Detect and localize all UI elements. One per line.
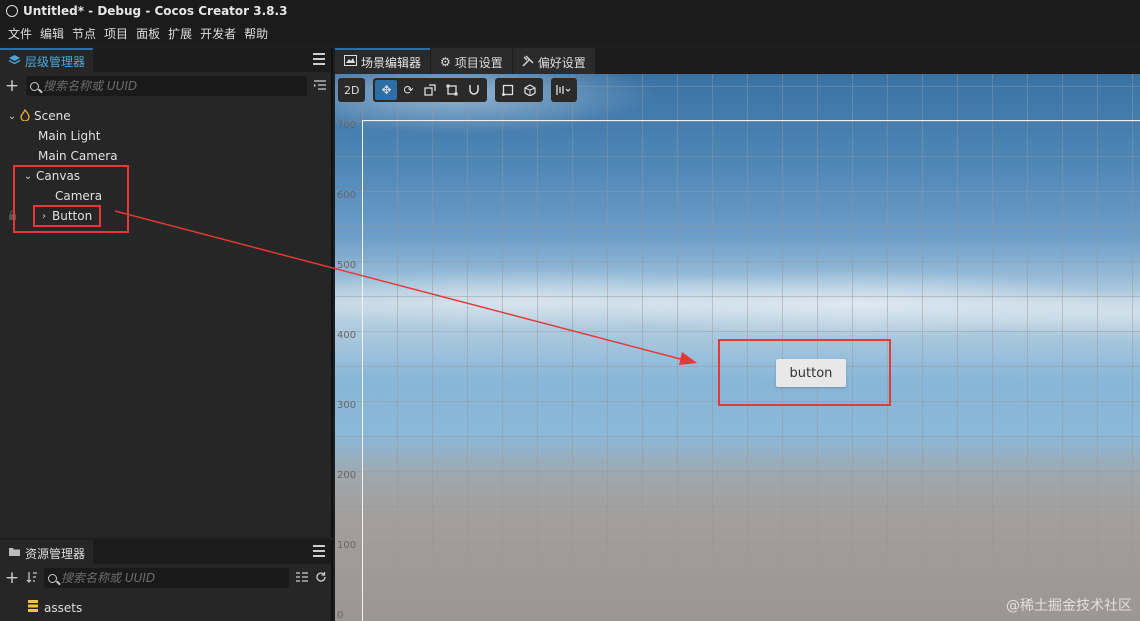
assets-tab-bar: 资源管理器 [0, 540, 331, 564]
canvas-frame [362, 120, 1140, 621]
scene-flame-icon [20, 108, 30, 124]
rotate-tool-icon[interactable]: ⟳ [397, 80, 419, 100]
menu-help[interactable]: 帮助 [240, 25, 272, 42]
hierarchy-panel: 层级管理器 + ⌄ Scene Main Light Main Camera ⌄ [0, 48, 333, 538]
add-asset-button[interactable]: + [4, 570, 20, 587]
coordinate-toggle-icon[interactable] [519, 80, 541, 100]
axis-label-400: 400 [337, 330, 357, 341]
transform-tools-group: ✥ ⟳ [373, 78, 488, 102]
scene-editor-icon [344, 55, 357, 69]
lock-icon[interactable] [8, 209, 24, 223]
scene-tab-bar: 场景编辑器 ⚙ 项目设置 偏好设置 [335, 48, 1140, 74]
tools-icon [522, 55, 534, 70]
menu-panel[interactable]: 面板 [132, 25, 164, 42]
axis-label-300: 300 [337, 400, 357, 411]
cocos-logo-icon [6, 5, 18, 17]
folder-icon [8, 546, 21, 560]
scene-toolbar: 2D ✥ ⟳ [338, 78, 578, 102]
scene-panel: 场景编辑器 ⚙ 项目设置 偏好设置 700 600 500 400 300 20… [335, 48, 1140, 621]
rect-tool-icon[interactable] [441, 80, 463, 100]
scene-viewport[interactable]: 700 600 500 400 300 200 100 0 2D ✥ ⟳ but… [335, 74, 1140, 621]
snap-magnet-icon[interactable] [463, 80, 485, 100]
hierarchy-search-input[interactable] [43, 79, 307, 93]
tab-hierarchy[interactable]: 层级管理器 [0, 48, 94, 72]
tab-preferences[interactable]: 偏好设置 [512, 48, 595, 74]
scale-tool-icon[interactable] [419, 80, 441, 100]
tab-assets[interactable]: 资源管理器 [0, 540, 94, 564]
hierarchy-toolbar: + [0, 72, 331, 100]
layers-icon [8, 54, 21, 69]
tree-row-canvas[interactable]: ⌄ Canvas [0, 166, 331, 186]
tab-scene-editor[interactable]: 场景编辑器 [335, 48, 431, 74]
pivot-toggle-icon[interactable] [497, 80, 519, 100]
assets-panel: 资源管理器 + assets [0, 540, 333, 621]
filter-icon[interactable] [295, 571, 309, 586]
tree-label-button: Button [52, 209, 93, 223]
axis-label-500: 500 [337, 260, 357, 271]
scene-button-node[interactable]: button [776, 359, 846, 387]
view-mode-group: 2D [338, 78, 366, 102]
align-dropdown-icon[interactable] [553, 80, 575, 100]
menu-edit[interactable]: 编辑 [36, 25, 68, 42]
tree-label-canvas: Canvas [36, 169, 81, 183]
axis-label-600: 600 [337, 190, 357, 201]
window-title: Untitled* - Debug - Cocos Creator 3.8.3 [23, 4, 288, 18]
tab-project-settings[interactable]: ⚙ 项目设置 [431, 48, 512, 74]
tree-label-main-light: Main Light [38, 129, 101, 143]
pivot-tools-group [495, 78, 544, 102]
gear-icon: ⚙ [440, 55, 451, 69]
tab-preferences-label: 偏好设置 [537, 55, 586, 70]
align-tools-group [551, 78, 578, 102]
assets-toolbar: + [0, 564, 331, 592]
tree-row-button[interactable]: › Button [0, 206, 331, 226]
title-bar: Untitled* - Debug - Cocos Creator 3.8.3 [0, 0, 1140, 22]
search-icon [48, 573, 57, 583]
watermark: @稀土掘金技术社区 [1006, 598, 1132, 614]
tree-row-main-camera[interactable]: Main Camera [0, 146, 331, 166]
tree-label-scene: Scene [34, 109, 71, 123]
asset-row-assets[interactable]: assets [28, 600, 82, 615]
tab-hierarchy-label: 层级管理器 [25, 54, 86, 69]
assets-search [44, 568, 289, 588]
move-tool-icon[interactable]: ✥ [375, 80, 398, 100]
tree-row-camera[interactable]: Camera [0, 186, 331, 206]
chevron-down-icon[interactable]: ⌄ [22, 171, 34, 182]
asset-label-assets: assets [44, 600, 83, 615]
search-icon [30, 81, 39, 91]
tree-label-main-camera: Main Camera [38, 149, 118, 163]
axis-label-100: 100 [337, 540, 357, 551]
menu-bar: 文件 编辑 节点 项目 面板 扩展 开发者 帮助 [0, 22, 1140, 44]
database-icon [28, 600, 38, 615]
toggle-2d-button[interactable]: 2D [340, 80, 363, 100]
menu-project[interactable]: 项目 [100, 25, 132, 42]
assets-search-input[interactable] [61, 571, 289, 585]
axis-label-200: 200 [337, 470, 357, 481]
tab-project-settings-label: 项目设置 [454, 55, 503, 70]
menu-extension[interactable]: 扩展 [164, 25, 196, 42]
tab-scene-editor-label: 场景编辑器 [361, 55, 422, 70]
axis-label-700: 700 [337, 120, 357, 131]
chevron-down-icon[interactable]: ⌄ [6, 111, 18, 122]
refresh-icon[interactable] [315, 571, 327, 586]
tree-label-camera: Camera [55, 189, 103, 203]
tab-assets-label: 资源管理器 [25, 546, 86, 561]
menu-developer[interactable]: 开发者 [196, 25, 240, 42]
assets-menu-icon[interactable] [313, 545, 325, 557]
hierarchy-tab-bar: 层级管理器 [0, 48, 331, 72]
menu-node[interactable]: 节点 [68, 25, 100, 42]
chevron-right-icon[interactable]: › [38, 211, 50, 222]
add-node-button[interactable]: + [4, 78, 20, 95]
hierarchy-menu-icon[interactable] [313, 53, 325, 65]
collapse-all-icon[interactable] [313, 79, 327, 94]
tree-row-main-light[interactable]: Main Light [0, 126, 331, 146]
tree-row-scene[interactable]: ⌄ Scene [0, 106, 331, 126]
axis-label-0: 0 [337, 610, 344, 621]
menu-file[interactable]: 文件 [4, 25, 36, 42]
hierarchy-search [26, 76, 307, 96]
sort-icon[interactable] [26, 571, 38, 586]
